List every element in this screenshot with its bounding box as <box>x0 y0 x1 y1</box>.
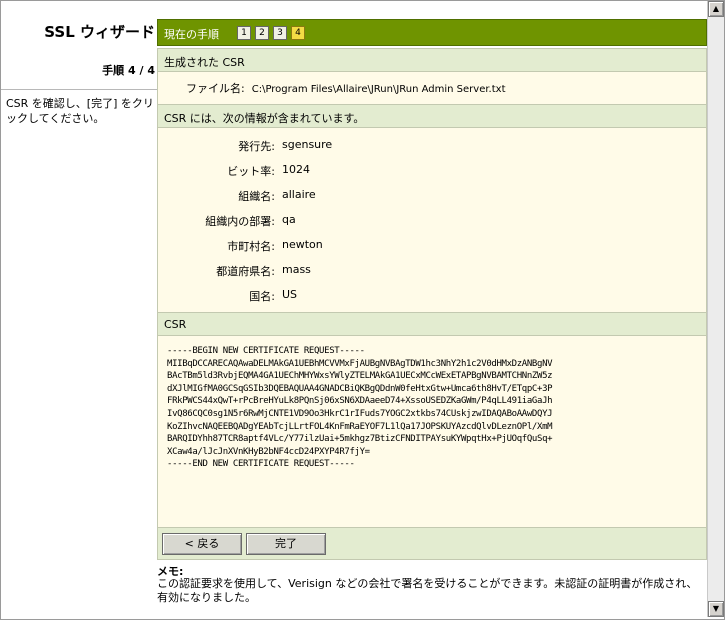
field-value: allaire <box>282 188 316 201</box>
csr-text: -----BEGIN NEW CERTIFICATE REQUEST----- … <box>167 346 553 470</box>
csr-info-panel: 発行先: sgensure ビット率: 1024 組織名: allaire 組織… <box>157 128 707 312</box>
field-value: US <box>282 288 298 301</box>
generated-csr-title: 生成された CSR <box>164 56 245 69</box>
step-indicator: 手順 4 / 4 <box>102 64 155 77</box>
step-box-1: 1 <box>237 26 251 40</box>
field-value: sgensure <box>282 138 333 151</box>
back-button[interactable]: < 戻る <box>162 533 242 555</box>
vertical-scrollbar[interactable]: ▲ ▼ <box>707 1 724 617</box>
current-step-bar: 現在の手順 1 2 3 4 <box>157 19 707 46</box>
field-label: 組織内の部署: <box>205 215 275 228</box>
csr-title: CSR <box>164 318 187 331</box>
step-boxes: 1 2 3 4 <box>237 26 305 40</box>
field-row-state: 都道府県名: mass <box>158 263 708 279</box>
field-row-issued-to: 発行先: sgensure <box>158 138 708 154</box>
scroll-down-button[interactable]: ▼ <box>708 601 724 617</box>
scroll-up-button[interactable]: ▲ <box>708 1 724 17</box>
memo-text: この認証要求を使用して、Verisign などの会社で署名を受けることができます… <box>157 577 698 604</box>
step-box-2: 2 <box>255 26 269 40</box>
file-value: C:\Program Files\Allaire\JRun\JRun Admin… <box>251 84 506 95</box>
csr-info-header: CSR には、次の情報が含まれています。 <box>157 104 707 128</box>
down-arrow-icon: ▼ <box>712 604 720 613</box>
field-row-city: 市町村名: newton <box>158 238 708 254</box>
wizard-title: SSL ウィザード <box>44 23 155 41</box>
field-label: 市町村名: <box>227 240 275 253</box>
up-arrow-icon: ▲ <box>712 4 720 13</box>
field-label: ビット率: <box>227 165 275 178</box>
field-label: 発行先: <box>238 140 275 153</box>
csr-header: CSR <box>157 312 707 336</box>
field-label: 組織名: <box>238 190 275 203</box>
step-box-3: 3 <box>273 26 287 40</box>
current-step-label: 現在の手順 <box>164 28 219 41</box>
field-row-country: 国名: US <box>158 288 708 304</box>
file-label: ファイル名: <box>186 82 245 95</box>
button-bar: < 戻る 完了 <box>157 527 707 560</box>
file-panel: ファイル名: C:\Program Files\Allaire\JRun\JRu… <box>157 72 707 104</box>
finish-button[interactable]: 完了 <box>246 533 326 555</box>
field-value: newton <box>282 238 323 251</box>
sidebar-help-text: CSR を確認し、[完了] をクリックしてください。 <box>6 97 154 125</box>
csr-panel: -----BEGIN NEW CERTIFICATE REQUEST----- … <box>157 336 707 527</box>
field-label: 都道府県名: <box>216 265 275 278</box>
field-row-organization: 組織名: allaire <box>158 188 708 204</box>
field-value: 1024 <box>282 163 310 176</box>
file-row: ファイル名: C:\Program Files\Allaire\JRun\JRu… <box>186 80 506 96</box>
field-label: 国名: <box>249 290 275 303</box>
field-row-bit-rate: ビット率: 1024 <box>158 163 708 179</box>
step-box-4-current: 4 <box>291 26 305 40</box>
field-value: qa <box>282 213 296 226</box>
csr-info-title: CSR には、次の情報が含まれています。 <box>164 112 365 125</box>
sidebar-divider <box>1 89 157 90</box>
field-value: mass <box>282 263 311 276</box>
generated-csr-header: 生成された CSR <box>157 48 707 72</box>
wizard-sidebar: SSL ウィザード 手順 4 / 4 CSR を確認し、[完了] をクリックして… <box>1 1 157 615</box>
wizard-main: 現在の手順 1 2 3 4 生成された CSR ファイル名: C:\Progra… <box>157 19 707 616</box>
field-row-department: 組織内の部署: qa <box>158 213 708 229</box>
